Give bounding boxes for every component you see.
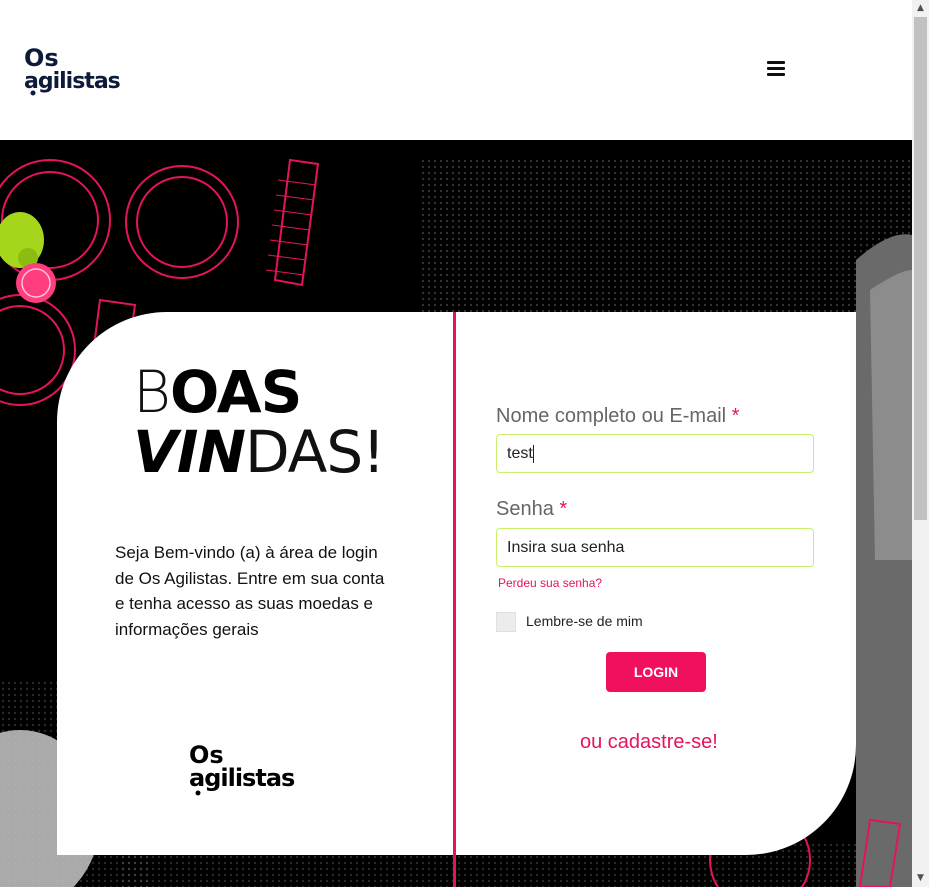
site-header: Os agilistas — [0, 0, 912, 140]
login-button[interactable]: LOGIN — [606, 652, 706, 692]
card-divider — [453, 312, 456, 887]
os-agilistas-logo[interactable]: Os agilistas — [24, 44, 148, 96]
logo-line1: Os — [24, 44, 59, 72]
logo-line2: agilistas — [24, 69, 121, 94]
lost-password-link[interactable]: Perdeu sua senha? — [498, 576, 602, 590]
piggy-icon — [0, 212, 56, 303]
password-label: Senha * — [496, 498, 568, 520]
os-agilistas-logo: Os agilistas — [189, 741, 296, 796]
logo-line2: agilistas — [189, 764, 295, 792]
signup-link[interactable]: ou cadastre-se! — [580, 731, 718, 754]
welcome-title-part: B — [133, 358, 171, 426]
scroll-down-icon[interactable]: ▼ — [912, 870, 929, 887]
page-scrollbar[interactable]: ▲ ▼ — [912, 0, 929, 887]
welcome-title-part: OAS — [169, 358, 302, 426]
welcome-title: BOAS VINDAS! — [133, 362, 385, 482]
welcome-title-part: DAS! — [245, 418, 385, 486]
remember-me-checkbox[interactable] — [496, 612, 516, 632]
remember-me-label[interactable]: Lembre-se de mim — [526, 613, 643, 629]
password-input[interactable]: Insira sua senha — [496, 528, 814, 567]
welcome-text: Seja Bem-vindo (a) à área de login de Os… — [115, 543, 385, 639]
username-label: Nome completo ou E-mail * — [496, 405, 740, 427]
hamburger-icon[interactable] — [764, 58, 788, 82]
welcome-title-part: VIN — [133, 418, 246, 486]
username-input[interactable]: test — [496, 434, 814, 473]
scroll-up-icon[interactable]: ▲ — [912, 0, 929, 17]
scroll-thumb[interactable] — [914, 17, 927, 520]
